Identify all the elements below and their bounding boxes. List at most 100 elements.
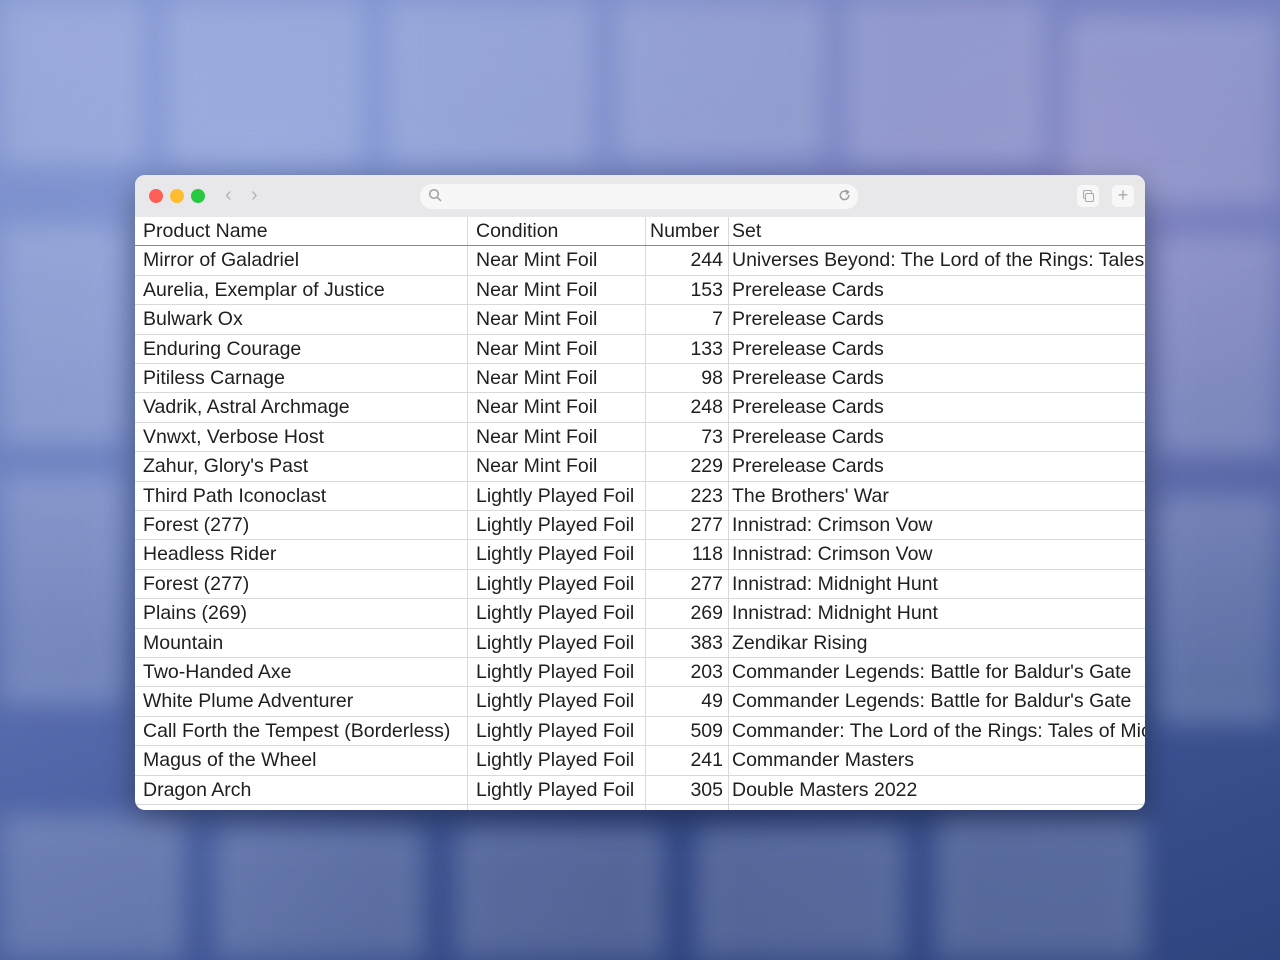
cell-number[interactable]: 277 <box>646 511 729 540</box>
cell-condition[interactable]: Near Mint Foil <box>468 422 646 452</box>
table-row[interactable] <box>135 805 1145 810</box>
cell-set[interactable]: Commander Masters <box>729 746 1145 774</box>
cell-condition[interactable]: Lightly Played Foil <box>468 746 646 775</box>
cell-product-name[interactable]: Forest (277) <box>135 569 468 599</box>
cell-product-name[interactable]: Vadrik, Astral Archmage <box>135 393 468 422</box>
tab-overview-button[interactable] <box>1077 185 1099 207</box>
cell-set[interactable]: Commander Legends: Battle for Baldur's G… <box>729 687 1145 715</box>
cell-condition[interactable]: Lightly Played Foil <box>468 511 646 540</box>
cell-number[interactable] <box>646 805 729 810</box>
cell-number[interactable]: 49 <box>646 687 729 716</box>
table-row[interactable]: Plains (269) Lightly Played Foil 269 Innist… <box>135 599 1145 629</box>
address-input[interactable] <box>448 187 828 206</box>
cell-set[interactable]: Innistrad: Crimson Vow <box>729 540 1145 568</box>
cell-product-name[interactable] <box>135 805 468 810</box>
table-row[interactable]: Vadrik, Astral Archmage Near Mint Foil 248… <box>135 393 1145 423</box>
cell-number[interactable]: 269 <box>646 599 729 628</box>
cell-product-name[interactable]: Dragon Arch <box>135 775 468 804</box>
cell-set[interactable]: Prerelease Cards <box>729 335 1145 363</box>
cell-number[interactable]: 73 <box>646 422 729 452</box>
cell-number[interactable]: 133 <box>646 334 729 363</box>
cell-condition[interactable]: Near Mint Foil <box>468 393 646 422</box>
cell-product-name[interactable]: Magus of the Wheel <box>135 746 468 775</box>
table-row[interactable]: Vnwxt, Verbose Host Near Mint Foil 73 Prere… <box>135 422 1145 453</box>
table-row[interactable]: Mirror of Galadriel Near Mint Foil 244 Univ… <box>135 246 1145 276</box>
cell-set[interactable]: Double Masters 2022 <box>729 776 1145 804</box>
cell-condition[interactable]: Lightly Played Foil <box>468 540 646 569</box>
cell-product-name[interactable]: Zahur, Glory's Past <box>135 452 468 481</box>
cell-set[interactable]: Innistrad: Crimson Vow <box>729 511 1145 539</box>
cell-number[interactable]: 98 <box>646 364 729 393</box>
new-tab-button[interactable]: + <box>1112 185 1134 207</box>
cell-number[interactable]: 229 <box>646 452 729 481</box>
column-header-condition[interactable]: Condition <box>468 217 646 246</box>
cell-number[interactable]: 248 <box>646 393 729 422</box>
cell-condition[interactable]: Lightly Played Foil <box>468 775 646 804</box>
cell-product-name[interactable]: Call Forth the Tempest (Borderless) <box>135 716 468 746</box>
cell-product-name[interactable]: Headless Rider <box>135 540 468 569</box>
cell-condition[interactable]: Near Mint Foil <box>468 364 646 393</box>
cell-product-name[interactable]: Two-Handed Axe <box>135 658 468 687</box>
table-row[interactable]: Two-Handed Axe Lightly Played Foil 203 Comm… <box>135 658 1145 688</box>
table-row[interactable]: Pitiless Carnage Near Mint Foil 98 Prerelea… <box>135 364 1145 394</box>
column-header-product-name[interactable]: Product Name <box>135 217 468 246</box>
cell-number[interactable]: 244 <box>646 246 729 275</box>
forward-arrow-icon[interactable]: › <box>251 184 258 206</box>
table-row[interactable]: Call Forth the Tempest (Borderless) Light… <box>135 716 1145 747</box>
cell-set[interactable]: Commander Legends: Battle for Baldur's G… <box>729 658 1145 686</box>
table-row[interactable]: Third Path Iconoclast Lightly Played Foil… <box>135 481 1145 511</box>
table-row[interactable]: Forest (277) Lightly Played Foil 277 Innist… <box>135 511 1145 541</box>
cell-number[interactable]: 203 <box>646 658 729 687</box>
cell-product-name[interactable]: White Plume Adventurer <box>135 687 468 716</box>
cell-condition[interactable]: Lightly Played Foil <box>468 687 646 716</box>
close-window-button[interactable] <box>149 189 163 203</box>
table-row[interactable]: Dragon Arch Lightly Played Foil 305 Double … <box>135 775 1145 805</box>
table-row[interactable]: Zahur, Glory's Past Near Mint Foil 229 Prer… <box>135 452 1145 482</box>
cell-product-name[interactable]: Plains (269) <box>135 599 468 628</box>
cell-set[interactable]: Prerelease Cards <box>729 452 1145 480</box>
cell-number[interactable]: 509 <box>646 716 729 746</box>
cell-condition[interactable]: Near Mint Foil <box>468 452 646 481</box>
cell-set[interactable]: Prerelease Cards <box>729 423 1145 451</box>
cell-set[interactable]: Commander: The Lord of the Rings: Tales … <box>729 717 1145 745</box>
table-row[interactable]: Mountain Lightly Played Foil 383 Zendikar R… <box>135 628 1145 658</box>
cell-product-name[interactable]: Bulwark Ox <box>135 305 468 334</box>
cell-set[interactable]: Prerelease Cards <box>729 364 1145 392</box>
cell-number[interactable]: 241 <box>646 746 729 775</box>
cell-product-name[interactable]: Enduring Courage <box>135 334 468 363</box>
minimize-window-button[interactable] <box>170 189 184 203</box>
address-bar[interactable] <box>420 184 858 209</box>
cell-product-name[interactable]: Third Path Iconoclast <box>135 481 468 510</box>
table-row[interactable]: Headless Rider Lightly Played Foil 118 Inni… <box>135 540 1145 570</box>
cell-set[interactable]: Prerelease Cards <box>729 393 1145 421</box>
cell-set[interactable]: Prerelease Cards <box>729 276 1145 304</box>
table-row[interactable]: Enduring Courage Near Mint Foil 133 Prerele… <box>135 334 1145 364</box>
cell-product-name[interactable]: Mountain <box>135 628 468 657</box>
column-header-number[interactable]: Number <box>646 217 729 246</box>
cell-set[interactable]: Prerelease Cards <box>729 305 1145 333</box>
table-row[interactable]: White Plume Adventurer Lightly Played Foi… <box>135 687 1145 717</box>
column-header-set[interactable]: Set <box>729 217 1145 245</box>
cell-condition[interactable]: Lightly Played Foil <box>468 628 646 657</box>
cell-condition[interactable]: Lightly Played Foil <box>468 658 646 687</box>
cell-condition[interactable]: Lightly Played Foil <box>468 481 646 510</box>
back-arrow-icon[interactable]: ‹ <box>225 184 232 206</box>
cell-product-name[interactable]: Pitiless Carnage <box>135 364 468 393</box>
cell-product-name[interactable]: Forest (277) <box>135 511 468 540</box>
cell-number[interactable]: 118 <box>646 540 729 569</box>
cell-condition[interactable]: Near Mint Foil <box>468 334 646 363</box>
cell-set[interactable] <box>729 805 1145 810</box>
reload-icon[interactable] <box>837 188 852 203</box>
cell-product-name[interactable]: Mirror of Galadriel <box>135 246 468 275</box>
cell-product-name[interactable]: Vnwxt, Verbose Host <box>135 422 468 452</box>
cell-condition[interactable]: Near Mint Foil <box>468 305 646 334</box>
cell-number[interactable]: 277 <box>646 569 729 599</box>
cell-product-name[interactable]: Aurelia, Exemplar of Justice <box>135 275 468 305</box>
cell-condition[interactable]: Near Mint Foil <box>468 246 646 275</box>
cell-set[interactable]: Zendikar Rising <box>729 629 1145 657</box>
cell-number[interactable]: 305 <box>646 775 729 804</box>
table-row[interactable]: Bulwark Ox Near Mint Foil 7 Prerelease Card… <box>135 305 1145 335</box>
table-row[interactable]: Forest (277) Lightly Played Foil 277 Innist… <box>135 569 1145 600</box>
cell-number[interactable]: 153 <box>646 275 729 305</box>
table-row[interactable]: Aurelia, Exemplar of Justice Near Mint Fo… <box>135 275 1145 306</box>
